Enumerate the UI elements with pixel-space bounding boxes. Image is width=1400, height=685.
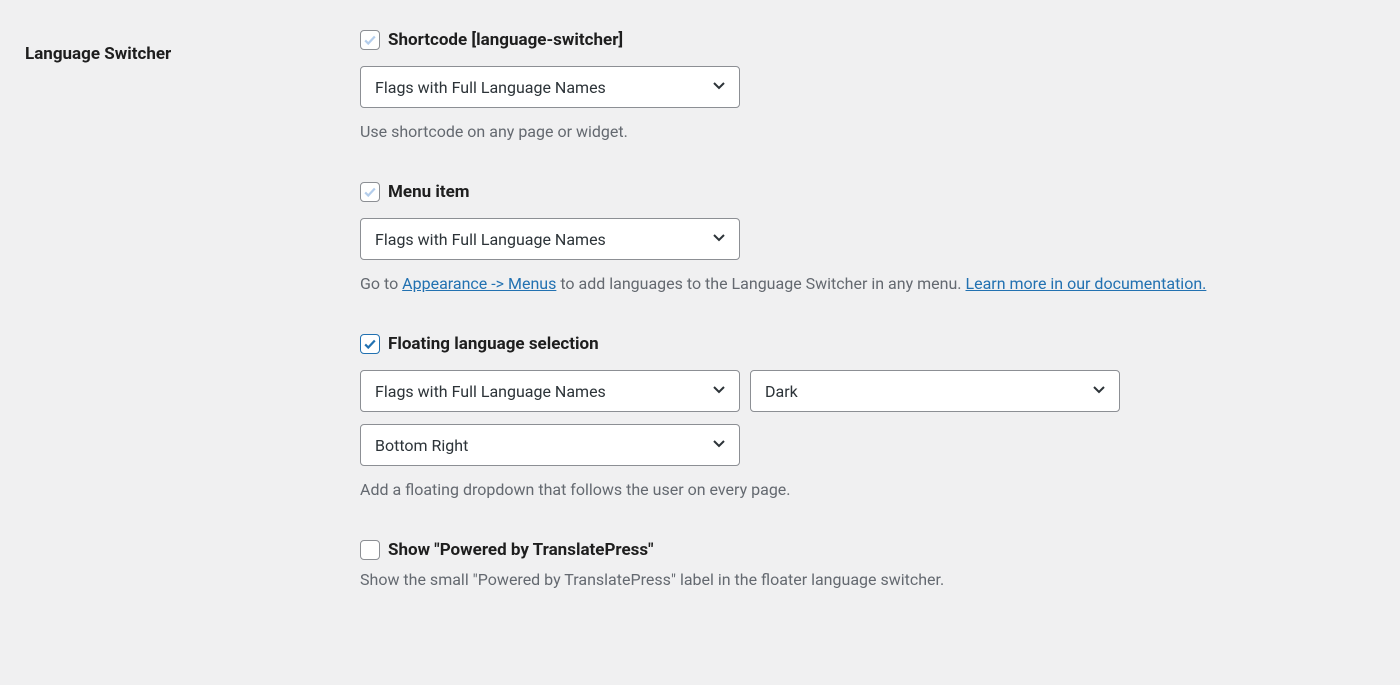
shortcode-help: Use shortcode on any page or widget. xyxy=(360,120,1375,144)
shortcode-section: Shortcode [language-switcher] Flags with… xyxy=(360,30,1375,144)
powered-by-checkbox[interactable] xyxy=(360,540,380,560)
check-icon xyxy=(363,33,377,47)
menu-item-section: Menu item Flags with Full Language Names… xyxy=(360,182,1375,296)
select-value: Dark xyxy=(765,382,798,401)
settings-content: Shortcode [language-switcher] Flags with… xyxy=(360,30,1375,592)
check-icon xyxy=(363,337,377,351)
language-switcher-settings: Language Switcher Shortcode [language-sw… xyxy=(25,30,1375,592)
powered-by-label: Show "Powered by TranslatePress" xyxy=(388,540,654,560)
chevron-down-icon xyxy=(711,381,727,401)
shortcode-style-select[interactable]: Flags with Full Language Names xyxy=(360,66,740,108)
shortcode-label: Shortcode [language-switcher] xyxy=(388,30,623,50)
floating-checkbox[interactable] xyxy=(360,334,380,354)
floating-position-select[interactable]: Bottom Right xyxy=(360,424,740,466)
select-value: Bottom Right xyxy=(375,436,468,455)
chevron-down-icon xyxy=(711,229,727,249)
section-heading: Language Switcher xyxy=(25,30,360,64)
floating-style-select[interactable]: Flags with Full Language Names xyxy=(360,370,740,412)
powered-by-section: Show "Powered by TranslatePress" Show th… xyxy=(360,540,1375,592)
floating-help: Add a floating dropdown that follows the… xyxy=(360,478,1375,502)
chevron-down-icon xyxy=(711,77,727,97)
menu-item-label: Menu item xyxy=(388,182,470,202)
appearance-menus-link[interactable]: Appearance -> Menus xyxy=(402,274,556,293)
select-value: Flags with Full Language Names xyxy=(375,78,606,97)
check-icon xyxy=(363,185,377,199)
select-value: Flags with Full Language Names xyxy=(375,382,606,401)
menu-item-help: Go to Appearance -> Menus to add languag… xyxy=(360,272,1375,296)
chevron-down-icon xyxy=(1091,381,1107,401)
floating-section: Floating language selection Flags with F… xyxy=(360,334,1375,502)
menu-item-style-select[interactable]: Flags with Full Language Names xyxy=(360,218,740,260)
select-value: Flags with Full Language Names xyxy=(375,230,606,249)
menu-item-checkbox[interactable] xyxy=(360,182,380,202)
documentation-link[interactable]: Learn more in our documentation. xyxy=(965,274,1206,293)
powered-by-help: Show the small "Powered by TranslatePres… xyxy=(360,568,1375,592)
floating-label: Floating language selection xyxy=(388,334,599,354)
chevron-down-icon xyxy=(711,435,727,455)
floating-theme-select[interactable]: Dark xyxy=(750,370,1120,412)
shortcode-checkbox[interactable] xyxy=(360,30,380,50)
